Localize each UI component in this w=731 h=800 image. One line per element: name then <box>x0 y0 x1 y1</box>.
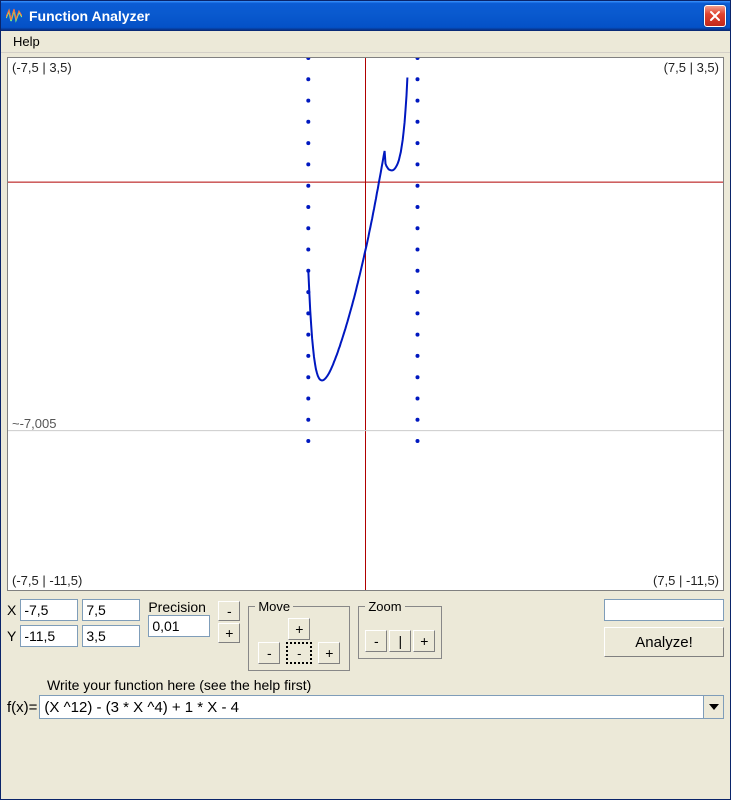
result-field[interactable] <box>604 599 724 621</box>
zoom-group: Zoom - | + <box>358 599 442 659</box>
zoom-in-button[interactable]: + <box>413 630 435 652</box>
app-window: Function Analyzer Help (-7,5 | 3,5) (7,5… <box>0 0 731 800</box>
zoom-out-button[interactable]: - <box>365 630 387 652</box>
corner-top-left: (-7,5 | 3,5) <box>12 60 72 75</box>
function-input[interactable] <box>40 696 703 718</box>
client-area: (-7,5 | 3,5) (7,5 | 3,5) (-7,5 | -11,5) … <box>1 53 730 799</box>
app-icon <box>5 7 23 25</box>
precision-group: Precision <box>148 599 210 637</box>
corner-bottom-right: (7,5 | -11,5) <box>653 573 719 588</box>
move-right-button[interactable]: + <box>318 642 340 664</box>
function-combo[interactable] <box>39 695 724 719</box>
x-min-input[interactable] <box>20 599 78 621</box>
function-row: Write your function here (see the help f… <box>7 677 724 719</box>
x-max-input[interactable] <box>82 599 140 621</box>
move-up-button[interactable]: + <box>288 618 310 640</box>
precision-input[interactable] <box>148 615 210 637</box>
fx-label: f(x)= <box>7 699 37 716</box>
zoom-reset-button[interactable]: | <box>389 630 411 652</box>
y-max-input[interactable] <box>82 625 140 647</box>
close-button[interactable] <box>704 5 726 27</box>
titlebar[interactable]: Function Analyzer <box>1 1 730 31</box>
annotation-label: ~-7,005 <box>12 416 56 431</box>
move-down-button[interactable]: - <box>286 642 312 664</box>
precision-minus-button[interactable]: - <box>218 601 240 621</box>
precision-plus-button[interactable]: + <box>218 623 240 643</box>
move-group: Move + - - + <box>248 599 350 671</box>
analyze-button[interactable]: Analyze! <box>604 627 724 657</box>
right-column: Analyze! <box>604 599 724 657</box>
x-label: X <box>7 602 16 618</box>
function-dropdown-button[interactable] <box>703 696 723 718</box>
y-label: Y <box>7 628 16 644</box>
range-grid: X Y <box>7 599 140 647</box>
y-min-input[interactable] <box>20 625 78 647</box>
controls-row: X Y Precision - + Move + - - <box>7 599 724 671</box>
precision-label: Precision <box>148 599 210 615</box>
menu-help[interactable]: Help <box>7 32 46 51</box>
corner-top-right: (7,5 | 3,5) <box>664 60 719 75</box>
chevron-down-icon <box>709 704 719 710</box>
plot-canvas <box>8 58 723 590</box>
plot-area[interactable]: (-7,5 | 3,5) (7,5 | 3,5) (-7,5 | -11,5) … <box>7 57 724 591</box>
zoom-legend: Zoom <box>365 599 404 614</box>
menubar: Help <box>1 31 730 53</box>
window-title: Function Analyzer <box>29 8 704 24</box>
function-hint: Write your function here (see the help f… <box>47 677 724 693</box>
move-left-button[interactable]: - <box>258 642 280 664</box>
move-legend: Move <box>255 599 293 614</box>
precision-pm: - + <box>218 601 240 643</box>
corner-bottom-left: (-7,5 | -11,5) <box>12 573 82 588</box>
